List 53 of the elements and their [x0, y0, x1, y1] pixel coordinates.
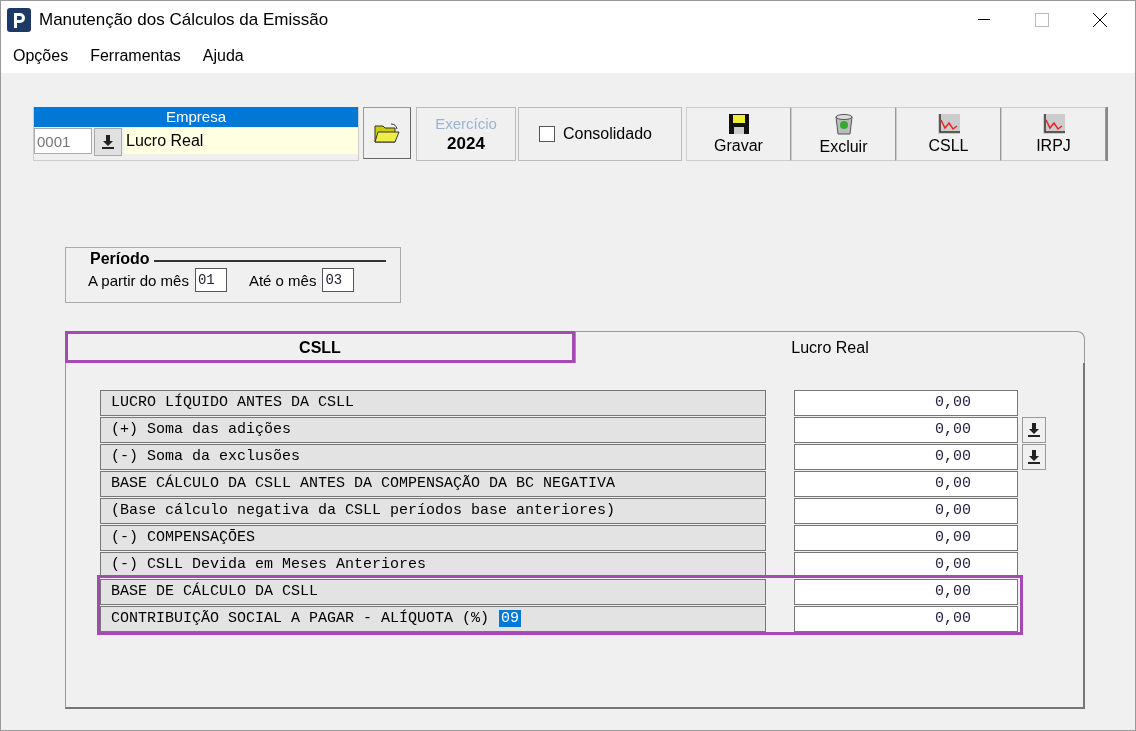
company-name-field[interactable]: Lucro Real: [124, 128, 358, 154]
exercicio-value: 2024: [447, 133, 485, 154]
field-label: Até o mês: [248, 271, 317, 289]
toolbar-button[interactable]: CSLL: [896, 107, 1001, 161]
company-code-field[interactable]: 0001: [34, 128, 92, 154]
field-label: A partir do mês: [88, 271, 189, 289]
app-logo-icon: [7, 8, 31, 32]
folder-icon: [374, 122, 400, 144]
value-field[interactable]: 0,00: [794, 389, 1018, 416]
toolbar-button[interactable]: Excluir: [791, 107, 896, 161]
recycle-bin-icon: [833, 112, 854, 135]
checkbox-label: Consolidado: [563, 125, 652, 143]
row-label: (-) COMPENSAÇÕES: [100, 524, 766, 551]
row-label: (Base cálculo negativa da CSLL períodos base anteriores): [100, 497, 766, 524]
value-field[interactable]: 0,00: [794, 605, 1018, 632]
download-arrow-icon: [102, 135, 114, 149]
menu-item[interactable]: Ferramentas: [90, 47, 181, 65]
dropdown-button[interactable]: [1022, 443, 1046, 470]
row-label: CONTRIBUIÇÃO SOCIAL A PAGAR - ALÍQUOTA (%) 09: [100, 605, 766, 632]
month-field[interactable]: 03: [322, 268, 355, 292]
line-chart-icon: [937, 113, 960, 134]
line-chart-icon: [1042, 113, 1065, 134]
exercicio-label: Exercício: [435, 114, 497, 132]
toolbar-button[interactable]: IRPJ: [1001, 107, 1106, 161]
tab[interactable]: CSLL: [65, 331, 575, 363]
rate-value[interactable]: 09: [499, 610, 522, 627]
checkbox[interactable]: [539, 126, 555, 142]
row-label: (+) Soma das adições: [100, 416, 766, 443]
dropdown-button[interactable]: [94, 128, 122, 156]
toolbar-button[interactable]: Gravar: [686, 107, 791, 161]
menu-item[interactable]: Opções: [13, 47, 69, 65]
menu-item[interactable]: Ajuda: [202, 47, 244, 65]
download-arrow-icon: [1028, 449, 1040, 464]
value-field[interactable]: 0,00: [794, 551, 1018, 578]
row-label: BASE DE CÁLCULO DA CSLL: [100, 578, 766, 605]
value-field[interactable]: 0,00: [794, 578, 1018, 605]
value-field[interactable]: 0,00: [794, 416, 1018, 443]
row-label: (-) Soma da exclusões: [100, 443, 766, 470]
value-field[interactable]: 0,00: [794, 524, 1018, 551]
row-label: BASE CÁLCULO DA CSLL ANTES DA COMPENSAÇÃO DA BC NEGATIVA: [100, 470, 766, 497]
month-field[interactable]: 01: [194, 268, 227, 292]
open-folder-button[interactable]: [363, 107, 411, 159]
value-field[interactable]: 0,00: [794, 497, 1018, 524]
empresa-header: Empresa: [34, 107, 358, 127]
value-field[interactable]: 0,00: [794, 443, 1018, 470]
download-arrow-icon: [1028, 422, 1040, 437]
group-title: Período: [90, 250, 150, 268]
value-field[interactable]: 0,00: [794, 470, 1018, 497]
tab[interactable]: Lucro Real: [575, 331, 1085, 363]
row-label: LUCRO LÍQUIDO ANTES DA CSLL: [100, 389, 766, 416]
window-title: Manutenção dos Cálculos da Emissão: [39, 10, 329, 30]
dropdown-button[interactable]: [1022, 416, 1046, 443]
row-label: (-) CSLL Devida em Meses Anteriores: [100, 551, 766, 578]
